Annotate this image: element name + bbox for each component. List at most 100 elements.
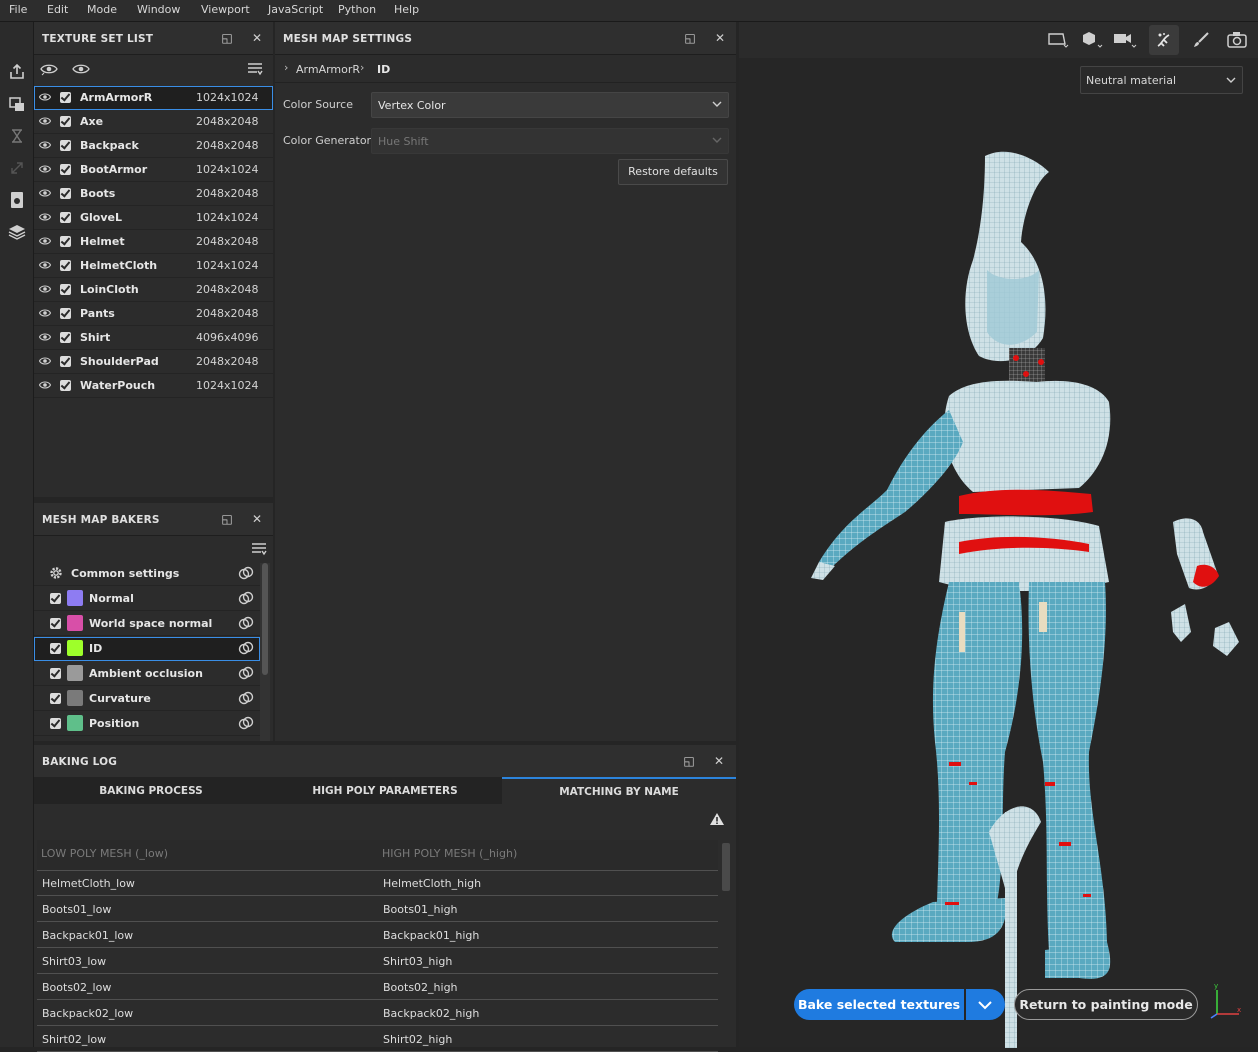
baker-checkbox[interactable] bbox=[50, 643, 61, 654]
export-icon[interactable] bbox=[7, 62, 27, 82]
baker-row[interactable]: World space normal bbox=[34, 612, 260, 636]
texture-set-row[interactable]: WaterPouch 1024x1024 bbox=[34, 374, 273, 398]
eye-icon[interactable] bbox=[72, 62, 90, 76]
material-dropdown[interactable]: Neutral material bbox=[1080, 66, 1243, 94]
table-row[interactable]: Boots01_low Boots01_high bbox=[37, 896, 718, 922]
visibility-checkbox[interactable] bbox=[60, 308, 71, 319]
texture-set-row[interactable]: ShoulderPad 2048x2048 bbox=[34, 350, 273, 374]
visibility-checkbox[interactable] bbox=[60, 260, 71, 271]
camera-video-icon[interactable] bbox=[1113, 31, 1137, 49]
menu-mode[interactable]: Mode bbox=[87, 3, 117, 16]
baker-checkbox[interactable] bbox=[50, 718, 61, 729]
mesh-icon[interactable] bbox=[7, 222, 27, 242]
view-2d-icon[interactable] bbox=[1047, 31, 1069, 49]
link-icon[interactable] bbox=[238, 566, 254, 580]
close-icon[interactable]: ✕ bbox=[250, 512, 264, 526]
character-3d-model[interactable] bbox=[809, 142, 1249, 1052]
close-icon[interactable]: ✕ bbox=[712, 754, 726, 768]
list-options-icon[interactable] bbox=[251, 542, 267, 556]
tab-high-poly-parameters[interactable]: HIGH POLY PARAMETERS bbox=[268, 777, 502, 804]
breadcrumb-item[interactable]: ID bbox=[377, 63, 390, 76]
texture-set-row[interactable]: Helmet 2048x2048 bbox=[34, 230, 273, 254]
texture-set-row[interactable]: Backpack 2048x2048 bbox=[34, 134, 273, 158]
hide-all-icon[interactable] bbox=[40, 62, 58, 76]
eye-icon[interactable] bbox=[39, 188, 51, 198]
viewport[interactable]: Neutral material Bake selected textures … bbox=[739, 22, 1258, 1048]
popout-icon[interactable]: ◱ bbox=[683, 31, 697, 45]
eye-icon[interactable] bbox=[39, 212, 51, 222]
breadcrumb-item[interactable]: ArmArmorR bbox=[296, 63, 360, 76]
bake-selected-textures-button[interactable]: Bake selected textures bbox=[794, 989, 964, 1020]
return-to-painting-mode-button[interactable]: Return to painting mode bbox=[1014, 989, 1198, 1020]
eye-icon[interactable] bbox=[39, 140, 51, 150]
link-icon[interactable] bbox=[238, 616, 254, 630]
scrollbar[interactable] bbox=[260, 563, 270, 741]
visibility-checkbox[interactable] bbox=[60, 116, 71, 127]
baker-row[interactable]: Normal bbox=[34, 587, 260, 611]
visibility-checkbox[interactable] bbox=[60, 140, 71, 151]
resize-icon[interactable] bbox=[7, 158, 27, 178]
bake-options-dropdown[interactable] bbox=[966, 989, 1005, 1020]
texture-set-row[interactable]: Shirt 4096x4096 bbox=[34, 326, 273, 350]
visibility-checkbox[interactable] bbox=[60, 164, 71, 175]
list-options-icon[interactable] bbox=[247, 62, 263, 76]
tab-baking-process[interactable]: BAKING PROCESS bbox=[34, 777, 268, 804]
texture-set-row[interactable]: Axe 2048x2048 bbox=[34, 110, 273, 134]
baker-checkbox[interactable] bbox=[50, 593, 61, 604]
menu-viewport[interactable]: Viewport bbox=[201, 3, 250, 16]
link-icon[interactable] bbox=[238, 591, 254, 605]
baker-row[interactable]: Curvature bbox=[34, 687, 260, 711]
eye-icon[interactable] bbox=[39, 380, 51, 390]
eye-icon[interactable] bbox=[39, 284, 51, 294]
texture-set-row[interactable]: HelmetCloth 1024x1024 bbox=[34, 254, 273, 278]
eye-icon[interactable] bbox=[39, 164, 51, 174]
link-icon[interactable] bbox=[238, 716, 254, 730]
link-icon[interactable] bbox=[238, 691, 254, 705]
history-icon[interactable] bbox=[7, 126, 27, 146]
color-source-dropdown[interactable]: Vertex Color bbox=[371, 92, 729, 118]
table-row[interactable]: Backpack02_low Backpack02_high bbox=[37, 1000, 718, 1026]
popout-icon[interactable]: ◱ bbox=[682, 754, 696, 768]
eye-icon[interactable] bbox=[39, 332, 51, 342]
texture-set-row[interactable]: LoinCloth 2048x2048 bbox=[34, 278, 273, 302]
link-icon[interactable] bbox=[238, 666, 254, 680]
visibility-checkbox[interactable] bbox=[60, 188, 71, 199]
visibility-checkbox[interactable] bbox=[60, 236, 71, 247]
document-icon[interactable] bbox=[7, 190, 27, 210]
baker-row[interactable]: Ambient occlusion bbox=[34, 662, 260, 686]
menu-file[interactable]: File bbox=[9, 3, 27, 16]
menu-window[interactable]: Window bbox=[137, 3, 180, 16]
eye-icon[interactable] bbox=[39, 356, 51, 366]
common-settings-row[interactable]: Common settings bbox=[34, 562, 260, 586]
visibility-checkbox[interactable] bbox=[60, 284, 71, 295]
visibility-checkbox[interactable] bbox=[60, 332, 71, 343]
close-icon[interactable]: ✕ bbox=[713, 31, 727, 45]
bake-mode-icon[interactable] bbox=[7, 94, 27, 114]
table-row[interactable]: HelmetCloth_low HelmetCloth_high bbox=[37, 870, 718, 896]
tab-matching-by-name[interactable]: MATCHING BY NAME bbox=[502, 777, 736, 804]
texture-set-row[interactable]: Pants 2048x2048 bbox=[34, 302, 273, 326]
visibility-checkbox[interactable] bbox=[60, 380, 71, 391]
baker-checkbox[interactable] bbox=[50, 693, 61, 704]
eye-icon[interactable] bbox=[39, 92, 51, 102]
table-row[interactable]: Shirt02_low Shirt02_high bbox=[37, 1026, 718, 1052]
eye-icon[interactable] bbox=[39, 308, 51, 318]
popout-icon[interactable]: ◱ bbox=[220, 31, 234, 45]
baker-row[interactable]: Position bbox=[34, 712, 260, 736]
visibility-checkbox[interactable] bbox=[60, 212, 71, 223]
menu-javascript[interactable]: JavaScript bbox=[268, 3, 323, 16]
close-icon[interactable]: ✕ bbox=[250, 31, 264, 45]
baker-checkbox[interactable] bbox=[50, 668, 61, 679]
baker-checkbox[interactable] bbox=[50, 618, 61, 629]
visibility-checkbox[interactable] bbox=[60, 356, 71, 367]
menu-help[interactable]: Help bbox=[394, 3, 419, 16]
texture-set-row[interactable]: GloveL 1024x1024 bbox=[34, 206, 273, 230]
texture-set-row[interactable]: Boots 2048x2048 bbox=[34, 182, 273, 206]
baker-row[interactable]: ID bbox=[34, 637, 260, 661]
table-row[interactable]: Shirt03_low Shirt03_high bbox=[37, 948, 718, 974]
table-row[interactable]: Backpack01_low Backpack01_high bbox=[37, 922, 718, 948]
menu-python[interactable]: Python bbox=[338, 3, 376, 16]
view-3d-icon[interactable] bbox=[1081, 30, 1103, 50]
eye-icon[interactable] bbox=[39, 236, 51, 246]
texture-set-row[interactable]: BootArmor 1024x1024 bbox=[34, 158, 273, 182]
